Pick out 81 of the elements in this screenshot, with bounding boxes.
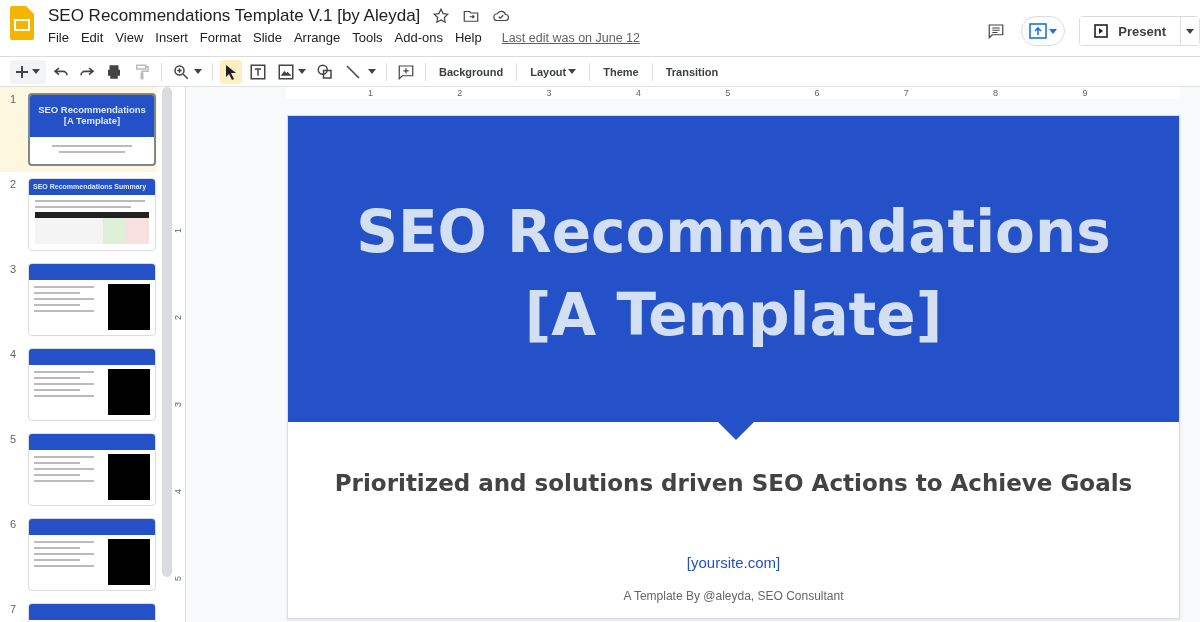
dark-image-drawing: [108, 539, 150, 585]
ruler-number: 1: [368, 87, 374, 99]
play-icon: [1094, 24, 1109, 38]
menu-item[interactable]: Help: [448, 28, 488, 47]
plus-icon: [16, 65, 28, 78]
ruler-number: 1: [174, 228, 183, 233]
menu-item[interactable]: Edit: [74, 28, 110, 47]
toolbar-button[interactable]: Theme: [597, 59, 645, 84]
upload-screen-icon: [1029, 23, 1048, 39]
ruler-number: 4: [635, 87, 642, 99]
ruler-number: 8: [993, 87, 1000, 99]
text-lines-drawing: [34, 454, 94, 484]
menu-item[interactable]: Tools: [346, 28, 389, 47]
text-lines-drawing: [34, 369, 94, 399]
dark-image-drawing: [108, 369, 150, 415]
caret-icon: [194, 69, 202, 74]
slide-thumbnail[interactable]: [28, 348, 156, 421]
slide-thumbnail[interactable]: [28, 433, 156, 506]
document-title[interactable]: SEO Recommendations Template V.1 [by Aleyda]: [48, 6, 421, 26]
menu-item[interactable]: Format: [193, 28, 247, 47]
menu-item[interactable]: View: [109, 28, 150, 47]
caret-icon: [1186, 28, 1194, 34]
slide-number: 6: [10, 518, 18, 532]
ruler-number: 5: [725, 87, 732, 99]
text-lines-drawing: [34, 539, 94, 569]
slide-number: 7: [10, 603, 18, 617]
slide-number: 3: [10, 263, 18, 277]
toolbar-button[interactable]: Background: [433, 59, 510, 84]
text-lines-drawing: [34, 284, 94, 314]
star-icon: [432, 7, 451, 25]
dark-image-drawing: [108, 284, 150, 330]
shapes-icon: [316, 62, 334, 81]
slide-number: 5: [10, 433, 18, 447]
add-comment-icon: [397, 62, 415, 81]
paint-roller-icon: [133, 62, 151, 81]
slide-footer: A Template By @aleyda, SEO Consultant: [623, 589, 844, 603]
slide-number: 1: [10, 93, 18, 107]
ruler-number: 3: [174, 402, 183, 407]
caret-icon: [1049, 28, 1058, 34]
menu-item[interactable]: Slide: [247, 28, 288, 47]
menu-item[interactable]: Arrange: [287, 28, 347, 47]
menu-item[interactable]: Insert: [149, 28, 194, 47]
site-link[interactable]: [yoursite.com]: [686, 554, 781, 571]
ruler-number: 4: [174, 489, 183, 494]
ruler-number: 5: [174, 576, 183, 581]
dark-image-drawing: [108, 454, 150, 500]
ruler-number: 2: [174, 315, 183, 320]
cursor-icon: [224, 63, 238, 80]
line-icon: [344, 62, 362, 81]
new-slide-button[interactable]: [10, 59, 46, 84]
menu-item[interactable]: File: [48, 28, 75, 47]
ruler-number: 9: [1082, 87, 1089, 99]
toolbar-button[interactable]: Layout: [524, 59, 583, 84]
ruler-number: 6: [814, 87, 821, 99]
caret-icon: [298, 69, 306, 74]
image-icon: [277, 62, 295, 81]
present-button[interactable]: Present: [1080, 17, 1181, 45]
ruler-number: 7: [903, 87, 910, 99]
caret-icon: [368, 69, 376, 74]
slide-title: [A Template]: [524, 280, 943, 351]
last-edit-link[interactable]: Last edit was on June 12: [501, 30, 640, 45]
zoom-icon: [172, 62, 190, 81]
scrollbar[interactable]: [162, 87, 172, 577]
present-to-meeting-button[interactable]: [1021, 16, 1066, 46]
menu-item[interactable]: Add-ons: [388, 28, 449, 47]
slide-number: 2: [10, 178, 18, 192]
caret-icon: [568, 69, 577, 74]
thumbnail-title: SEO Recommendations [A Template]: [37, 105, 147, 127]
slide-thumbnail[interactable]: [28, 263, 156, 336]
slide-number: 4: [10, 348, 18, 362]
slide-thumbnail[interactable]: SEO Recommendations [A Template]: [28, 93, 156, 166]
slide-title: SEO Recommendations: [356, 197, 1111, 269]
select-tool-button[interactable]: [220, 59, 242, 84]
slide-subtitle: Prioritized and solutions driven SEO Actions to Achieve Goals: [334, 470, 1133, 496]
caret-icon: [32, 69, 40, 74]
ruler-number: 2: [457, 87, 464, 99]
slide-thumbnail[interactable]: [28, 518, 156, 591]
printer-icon: [105, 62, 123, 81]
toolbar-button[interactable]: Transition: [659, 59, 725, 84]
ruler-number: 3: [546, 87, 553, 99]
text-box-icon: [249, 62, 267, 81]
